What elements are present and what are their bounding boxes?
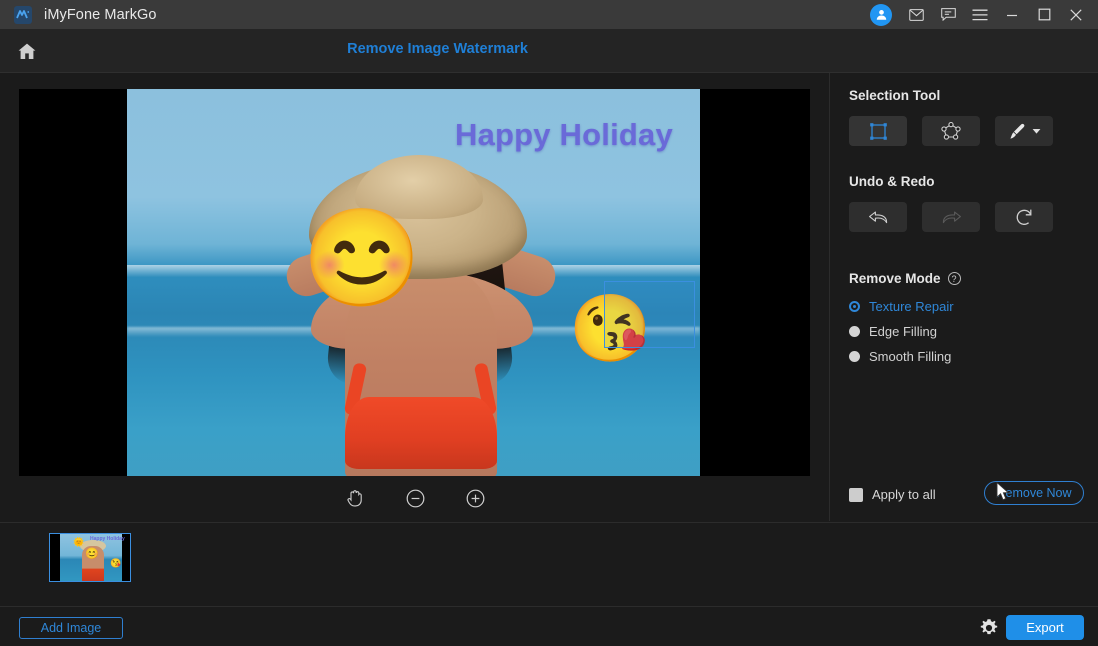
page-header: Remove Image Watermark [0,29,1098,73]
page-title: Remove Image Watermark [0,41,875,57]
brush-icon[interactable] [995,116,1053,146]
help-circle-icon[interactable]: ? [948,272,961,285]
image-canvas[interactable]: Happy Holiday 😊 😘 [19,89,810,476]
emoji-smiling-face[interactable]: 😊 [302,211,422,307]
hamburger-menu-icon[interactable] [966,2,994,27]
thumbnail-emoji-sun: 🌞 [73,537,84,548]
footer-bar: Add Image Export [0,606,1098,646]
remove-mode-options: Texture Repair Edge Filling Smooth Filli… [849,299,954,364]
thumbnail-watermark-text: Happy Holiday [90,536,125,542]
polygon-lasso-icon[interactable] [922,116,980,146]
radio-label: Texture Repair [869,299,954,314]
selection-tool-heading: Selection Tool [849,88,940,103]
remove-now-button[interactable]: Remove Now [984,481,1084,505]
undo-redo-row [849,202,1053,232]
thumbnail-item[interactable]: Happy Holiday 🌞 😊 😘 [49,533,131,582]
rectangle-marquee-icon[interactable] [849,116,907,146]
radio-smooth-filling[interactable]: Smooth Filling [849,349,954,364]
title-bar: iMyFone MarkGo [0,0,1098,29]
canvas-toolbar [0,485,830,511]
feedback-icon[interactable] [934,2,962,27]
add-image-button[interactable]: Add Image [19,617,123,639]
app-window: iMyFone MarkGo [0,0,1098,646]
chevron-down-icon[interactable] [1032,122,1041,140]
refresh-icon[interactable] [995,202,1053,232]
radio-edge-filling[interactable]: Edge Filling [849,324,954,339]
pan-tool[interactable] [342,485,368,511]
close-icon[interactable] [1062,2,1090,27]
radio-indicator [849,301,860,312]
photo-subject [237,149,587,476]
radio-label: Edge Filling [869,324,937,339]
apply-to-all-row[interactable]: Apply to all [849,487,936,502]
apply-to-all-checkbox[interactable] [849,488,863,502]
markgo-logo-icon [14,6,32,24]
tools-panel: Selection Tool [831,73,1098,521]
radio-indicator [849,326,860,337]
mail-icon[interactable] [902,2,930,27]
undo-redo-heading: Undo & Redo [849,174,935,189]
minimize-icon[interactable] [998,2,1026,27]
canvas-area: Happy Holiday 😊 😘 [0,73,830,521]
bikini-top [345,397,497,469]
redo-arrow-icon[interactable] [922,202,980,232]
window-controls [870,0,1090,29]
radio-indicator [849,351,860,362]
maximize-icon[interactable] [1030,2,1058,27]
remove-mode-heading: Remove Mode ? [849,271,961,286]
thumbnail-photo: Happy Holiday 🌞 😊 😘 [60,534,122,582]
zoom-out-tool[interactable] [402,485,428,511]
zoom-in-tool[interactable] [462,485,488,511]
selection-tool-row [849,116,1053,146]
export-button[interactable]: Export [1006,615,1084,640]
radio-texture-repair[interactable]: Texture Repair [849,299,954,314]
selection-marquee[interactable] [604,281,695,348]
account-avatar-icon[interactable] [870,4,892,26]
app-title: iMyFone MarkGo [44,7,157,23]
radio-label: Smooth Filling [869,349,951,364]
undo-arrow-icon[interactable] [849,202,907,232]
gear-icon[interactable] [977,616,1001,640]
apply-to-all-label: Apply to all [872,487,936,502]
file-strip: Happy Holiday 🌞 😊 😘 1 File(s) [0,522,1098,606]
thumbnail-emoji-kiss: 😘 [110,558,121,569]
thumbnail-emoji-face: 😊 [85,547,99,560]
remove-mode-label: Remove Mode [849,271,941,286]
photo-preview[interactable]: Happy Holiday 😊 😘 [127,89,700,476]
watermark-text[interactable]: Happy Holiday [455,117,673,153]
